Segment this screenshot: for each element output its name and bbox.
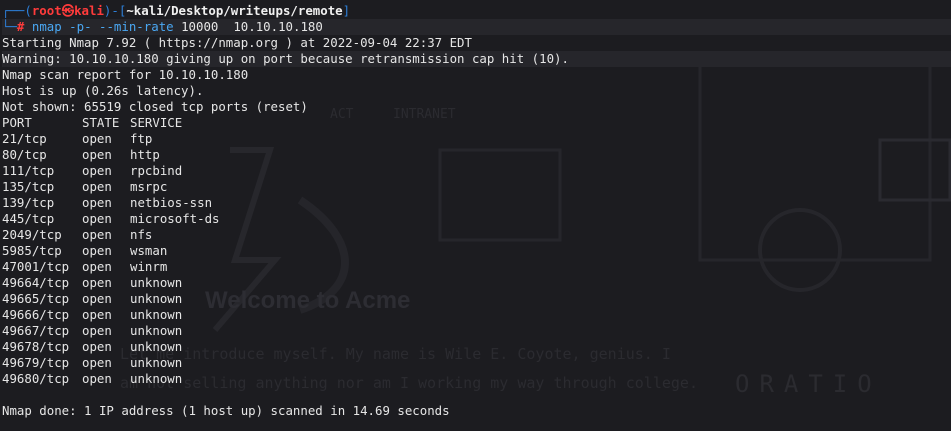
terminal-window[interactable]: ACT INTRANET Welcome to Acme Let me intr… [0, 0, 951, 431]
output-done: Nmap done: 1 IP address (1 host up) scan… [2, 403, 450, 418]
command-target: 10.10.10.180 [233, 19, 323, 34]
table-row: 5985/tcp open wsman [2, 243, 951, 259]
port-cell: 49680/tcp [2, 371, 70, 386]
prompt-line-top: ┌──(root㉿kali)-[~kali/Desktop/writeups/r… [2, 3, 951, 19]
service-cell: wsman [130, 243, 168, 258]
header-port: PORT [2, 115, 32, 130]
output-report: Nmap scan report for 10.10.10.180 [2, 67, 249, 82]
table-row: 49680/tcp open unknown [2, 371, 951, 387]
state-cell: open [82, 131, 112, 146]
table-row: 49679/tcp open unknown [2, 355, 951, 371]
output-host-up: Host is up (0.26s latency). [2, 83, 204, 98]
prompt-symbol: # [16, 19, 25, 34]
port-cell: 47001/tcp [2, 259, 70, 274]
service-cell: unknown [130, 307, 183, 322]
port-cell: 111/tcp [2, 163, 55, 178]
port-cell: 49664/tcp [2, 275, 70, 290]
table-row: 49664/tcp open unknown [2, 275, 951, 291]
service-cell: msrpc [130, 179, 168, 194]
command-program: nmap [31, 19, 62, 34]
port-cell: 5985/tcp [2, 243, 62, 258]
table-row: 49667/tcp open unknown [2, 323, 951, 339]
command-rate: 10000 [181, 19, 219, 34]
state-cell: open [82, 371, 112, 386]
table-row: 135/tcp open msrpc [2, 179, 951, 195]
port-cell: 49679/tcp [2, 355, 70, 370]
port-cell: 2049/tcp [2, 227, 62, 242]
service-cell: unknown [130, 371, 183, 386]
terminal-output[interactable]: ┌──(root㉿kali)-[~kali/Desktop/writeups/r… [2, 3, 951, 419]
port-cell: 49678/tcp [2, 339, 70, 354]
service-cell: ftp [130, 131, 153, 146]
table-row: 47001/tcp open winrm [2, 259, 951, 275]
state-cell: open [82, 195, 112, 210]
state-cell: open [82, 163, 112, 178]
state-cell: open [82, 355, 112, 370]
table-row: 2049/tcp open nfs [2, 227, 951, 243]
service-cell: unknown [130, 355, 183, 370]
port-cell: 135/tcp [2, 179, 55, 194]
state-cell: open [82, 227, 112, 242]
prompt-at-symbol: ㉿ [61, 3, 75, 18]
port-cell: 445/tcp [2, 211, 55, 226]
port-cell: 139/tcp [2, 195, 55, 210]
header-service: SERVICE [130, 115, 183, 130]
service-cell: unknown [130, 275, 183, 290]
port-cell: 49666/tcp [2, 307, 70, 322]
port-cell: 49667/tcp [2, 323, 70, 338]
state-cell: open [82, 243, 112, 258]
prompt-bracket-mid: )-[ [103, 3, 127, 18]
service-cell: rpcbind [130, 163, 183, 178]
service-cell: unknown [130, 291, 183, 306]
prompt-corner: └─ [2, 19, 17, 34]
table-row: 111/tcp open rpcbind [2, 163, 951, 179]
state-cell: open [82, 259, 112, 274]
command-line[interactable]: └─# nmap -p- --min-rate 10000 10.10.10.1… [2, 19, 951, 35]
state-cell: open [82, 275, 112, 290]
table-row: 445/tcp open microsoft-ds [2, 211, 951, 227]
state-cell: open [82, 147, 112, 162]
port-cell: 80/tcp [2, 147, 47, 162]
table-row: 21/tcp open ftp [2, 131, 951, 147]
state-cell: open [82, 179, 112, 194]
table-row: 49666/tcp open unknown [2, 307, 951, 323]
header-state: STATE [82, 115, 120, 130]
service-cell: http [130, 147, 160, 162]
output-start: Starting Nmap 7.92 ( https://nmap.org ) … [2, 35, 472, 50]
service-cell: winrm [130, 259, 168, 274]
service-cell: unknown [130, 323, 183, 338]
state-cell: open [82, 291, 112, 306]
prompt-path: ~kali/Desktop/writeups/remote [126, 3, 343, 18]
port-cell: 49665/tcp [2, 291, 70, 306]
port-table-header: PORT STATE SERVICE [2, 115, 951, 131]
output-warning: Warning: 10.10.10.180 giving up on port … [2, 51, 951, 67]
table-row: 49678/tcp open unknown [2, 339, 951, 355]
prompt-user: root [31, 3, 62, 18]
table-row: 80/tcp open http [2, 147, 951, 163]
port-table-body: 21/tcp open ftp 80/tcp open http 111/tcp open rp… [2, 131, 951, 387]
state-cell: open [82, 323, 112, 338]
prompt-bracket-close: ] [342, 3, 351, 18]
output-not-shown: Not shown: 65519 closed tcp ports (reset… [2, 99, 308, 114]
prompt-host: kali [74, 3, 104, 18]
command-flags: -p- --min-rate [69, 19, 174, 34]
state-cell: open [82, 211, 112, 226]
prompt-bracket-open: ┌──( [2, 3, 32, 18]
service-cell: netbios-ssn [130, 195, 213, 210]
service-cell: unknown [130, 339, 183, 354]
state-cell: open [82, 307, 112, 322]
table-row: 49665/tcp open unknown [2, 291, 951, 307]
service-cell: microsoft-ds [130, 211, 220, 226]
table-row: 139/tcp open netbios-ssn [2, 195, 951, 211]
port-cell: 21/tcp [2, 131, 47, 146]
state-cell: open [82, 339, 112, 354]
service-cell: nfs [130, 227, 153, 242]
